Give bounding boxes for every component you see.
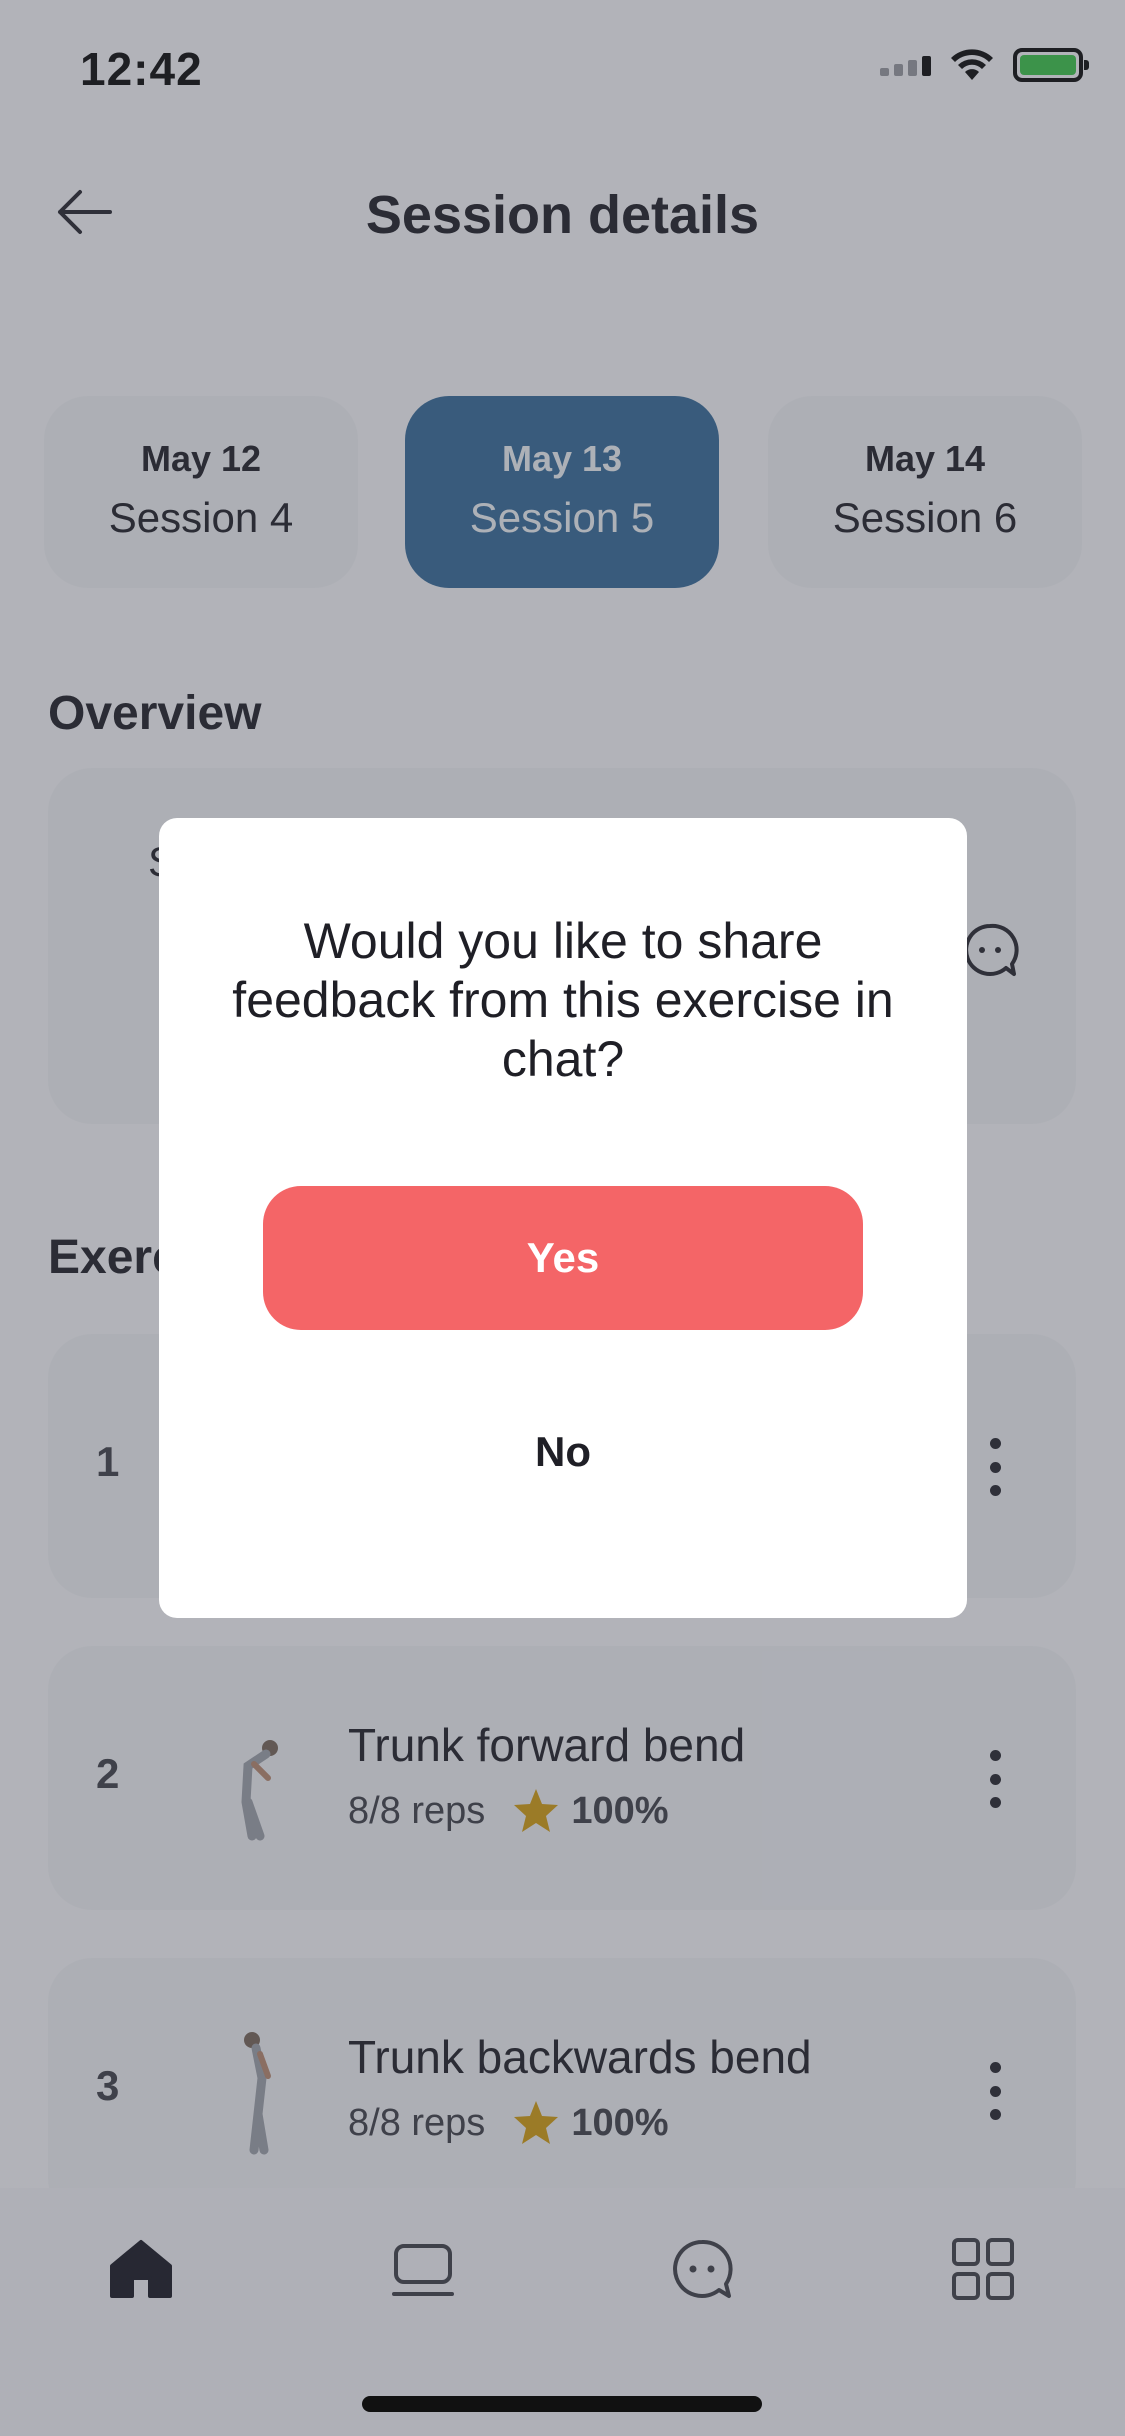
yes-button[interactable]: Yes (263, 1186, 863, 1330)
no-button[interactable]: No (413, 1412, 713, 1492)
app-screen: 12:42 Session details May 12 Session 4 M… (0, 0, 1125, 2436)
home-indicator (362, 2396, 762, 2412)
dialog-message: Would you like to share feedback from th… (232, 913, 894, 1087)
share-feedback-dialog: Would you like to share feedback from th… (159, 818, 967, 1618)
